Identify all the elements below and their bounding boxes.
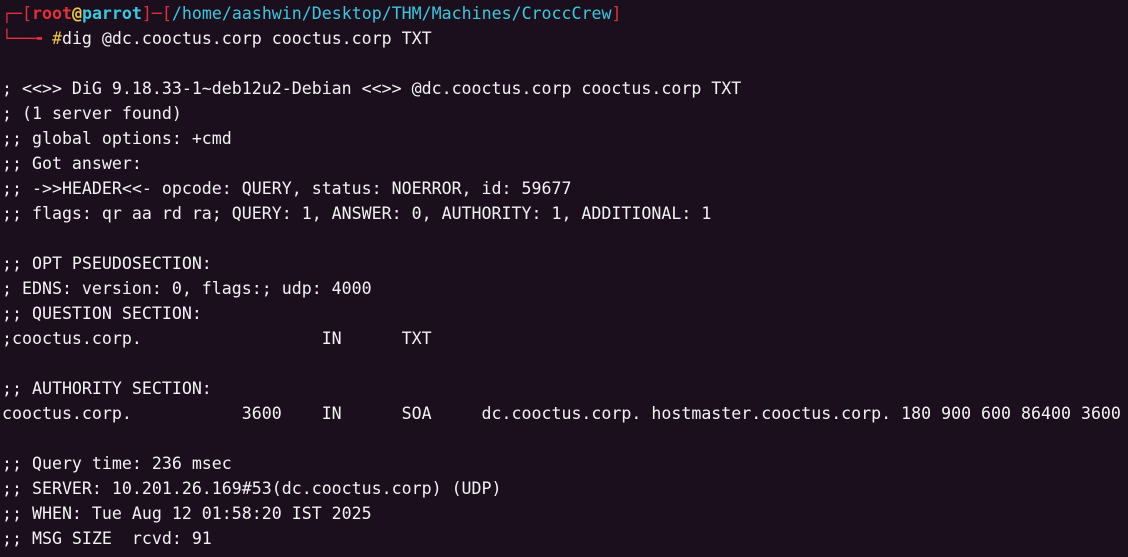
prompt-symbol: # — [51, 29, 62, 48]
output-line: ;; SERVER: 10.201.26.169#53(dc.cooctus.c… — [2, 479, 502, 498]
command-text: dig @dc.cooctus.corp cooctus.corp TXT — [61, 29, 432, 48]
command-line[interactable]: └──╼ #dig @dc.cooctus.corp cooctus.corp … — [2, 26, 1128, 51]
prompt-bracket-close: ] — [141, 4, 152, 23]
prompt-line: ┌─[root@parrot]─[/home/aashwin/Desktop/T… — [2, 1, 1128, 26]
output-line: ;; Query time: 236 msec — [2, 454, 232, 473]
prompt-path-open: [ — [161, 4, 172, 23]
output-line: ; EDNS: version: 0, flags:; udp: 4000 — [2, 279, 372, 298]
output-line: ;; global options: +cmd — [2, 129, 232, 148]
output-line: ;; QUESTION SECTION: — [2, 304, 202, 323]
output-line: ;; Got answer: — [2, 154, 142, 173]
terminal-window[interactable]: ┌─[root@parrot]─[/home/aashwin/Desktop/T… — [0, 0, 1128, 557]
prompt-bracket-open: [ — [21, 4, 32, 23]
output-line: ; (1 server found) — [2, 104, 182, 123]
output-line: ;; AUTHORITY SECTION: — [2, 379, 212, 398]
output-line: cooctus.corp. 3600 IN SOA dc.cooctus.cor… — [2, 404, 1121, 423]
prompt-host: parrot — [81, 4, 142, 23]
output-line: ;; OPT PSEUDOSECTION: — [2, 254, 212, 273]
prompt-corner-top: ┌─ — [2, 4, 22, 23]
output-line: ; <<>> DiG 9.18.33-1~deb12u2-Debian <<>>… — [2, 79, 742, 98]
prompt-corner-bottom: └──╼ — [2, 29, 52, 48]
prompt-path: /home/aashwin/Desktop/THM/Machines/Crocc… — [171, 4, 612, 23]
prompt-user: root — [31, 4, 72, 23]
prompt-at: @ — [71, 4, 82, 23]
output-line: ;; MSG SIZE rcvd: 91 — [2, 529, 212, 548]
output-line: ;; WHEN: Tue Aug 12 01:58:20 IST 2025 — [2, 504, 372, 523]
command-output: ; <<>> DiG 9.18.33-1~deb12u2-Debian <<>>… — [0, 51, 1128, 551]
output-line: ;cooctus.corp. IN TXT — [2, 329, 432, 348]
prompt-path-close: ] — [611, 4, 622, 23]
output-line: ;; ->>HEADER<<- opcode: QUERY, status: N… — [2, 179, 572, 198]
prompt-dash: ─ — [151, 4, 162, 23]
output-line: ;; flags: qr aa rd ra; QUERY: 1, ANSWER:… — [2, 204, 712, 223]
